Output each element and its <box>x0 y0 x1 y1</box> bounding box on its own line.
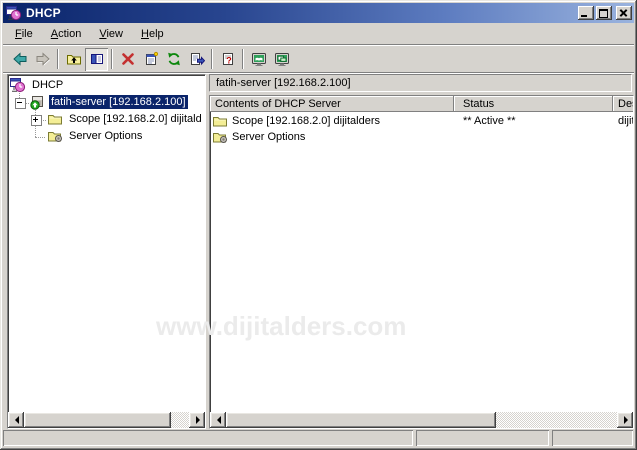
dhcp-app-icon <box>6 5 22 21</box>
tree-item-server-options[interactable]: Server Options <box>47 128 144 144</box>
left-triangle-icon <box>11 416 19 424</box>
scroll-left-button[interactable] <box>210 412 226 428</box>
up-one-level-button[interactable] <box>62 48 85 71</box>
scrollbar-thumb[interactable] <box>24 412 171 428</box>
console-tree-pane: DHCP fatih-server [192.168.2.100] <box>7 74 206 429</box>
menu-file[interactable]: File <box>6 26 42 43</box>
show-hide-console-tree-button[interactable] <box>85 48 108 71</box>
list-horizontal-scrollbar[interactable] <box>210 412 633 428</box>
toolbar: ? <box>3 46 634 73</box>
folder-icon <box>212 113 228 129</box>
monitor-window-icon <box>274 51 290 67</box>
row-name: Server Options <box>232 131 305 143</box>
delete-x-icon <box>120 51 136 67</box>
minimize-button[interactable] <box>578 6 594 20</box>
back-arrow-icon <box>12 51 28 67</box>
status-bar-pane <box>552 430 633 446</box>
menu-help[interactable]: Help <box>132 26 173 43</box>
dhcp-server-icon <box>29 94 45 110</box>
row-name: Scope [192.168.2.0] dijitalders <box>232 115 380 127</box>
row-description: dijit <box>613 113 634 129</box>
help-button[interactable]: ? <box>216 48 239 71</box>
refresh-button[interactable] <box>162 48 185 71</box>
scrollbar-thumb[interactable] <box>226 412 496 428</box>
collapse-expander[interactable] <box>15 98 26 109</box>
column-header-contents[interactable]: Contents of DHCP Server <box>210 96 454 112</box>
console-tree-icon <box>89 51 105 67</box>
svg-text:?: ? <box>226 56 232 66</box>
tree-label-scope: Scope [192.168.2.0] dijitald <box>67 112 204 126</box>
tree-label-server: fatih-server [192.168.2.100] <box>49 95 188 109</box>
properties-icon <box>143 51 159 67</box>
description-bar: fatih-server [192.168.2.100] <box>209 74 632 92</box>
list-row-server-options[interactable]: Server Options <box>210 129 634 145</box>
status-bar-pane <box>416 430 549 446</box>
column-header-description[interactable]: Des <box>613 96 634 112</box>
window-title: DHCP <box>26 6 576 20</box>
tree-horizontal-scrollbar[interactable] <box>8 412 205 428</box>
right-triangle-icon <box>196 416 204 424</box>
close-button[interactable] <box>616 6 632 20</box>
folder-options-icon <box>212 129 228 145</box>
properties-button[interactable] <box>139 48 162 71</box>
title-bar[interactable]: DHCP <box>3 3 634 23</box>
export-list-button[interactable] <box>185 48 208 71</box>
result-list-pane: Contents of DHCP Server Status Des Scope… <box>209 95 634 429</box>
monitor-book-icon <box>251 51 267 67</box>
help-icon: ? <box>220 51 236 67</box>
export-list-icon <box>189 51 205 67</box>
column-header-row: Contents of DHCP Server Status Des <box>210 96 634 112</box>
menu-bar: File Action View Help <box>3 24 634 45</box>
folder-icon <box>47 111 63 127</box>
forward-arrow-icon <box>35 51 51 67</box>
left-triangle-icon <box>213 416 221 424</box>
back-button[interactable] <box>8 48 31 71</box>
console-window-button[interactable] <box>270 48 293 71</box>
dhcp-console-icon <box>10 77 26 93</box>
row-status: ** Active ** <box>454 113 613 129</box>
status-bar-pane <box>3 430 413 446</box>
row-description <box>613 129 634 145</box>
window-frame: DHCP File Action View Help <box>0 0 637 450</box>
column-header-status[interactable]: Status <box>454 96 613 112</box>
toolbar-separator <box>211 49 213 69</box>
right-triangle-icon <box>624 416 632 424</box>
folder-options-icon <box>47 128 63 144</box>
tree-connector <box>35 137 45 139</box>
tree-label-dhcp: DHCP <box>30 78 65 92</box>
tree-item-dhcp-root[interactable]: DHCP <box>10 77 65 93</box>
forward-button[interactable] <box>31 48 54 71</box>
refresh-icon <box>166 51 182 67</box>
list-row-scope[interactable]: Scope [192.168.2.0] dijitalders ** Activ… <box>210 113 634 129</box>
scroll-right-button[interactable] <box>617 412 633 428</box>
row-status <box>454 129 613 145</box>
scroll-right-button[interactable] <box>189 412 205 428</box>
console-statistics-button[interactable] <box>247 48 270 71</box>
menu-view[interactable]: View <box>90 26 132 43</box>
scroll-left-button[interactable] <box>8 412 24 428</box>
tree-item-server[interactable]: fatih-server [192.168.2.100] <box>29 94 188 110</box>
tree-label-server-options: Server Options <box>67 129 144 143</box>
tree-item-scope[interactable]: Scope [192.168.2.0] dijitald <box>47 111 204 127</box>
toolbar-separator <box>57 49 59 69</box>
maximize-button[interactable] <box>596 6 612 20</box>
delete-button[interactable] <box>116 48 139 71</box>
toolbar-separator <box>242 49 244 69</box>
toolbar-separator <box>111 49 113 69</box>
up-folder-icon <box>66 51 82 67</box>
expand-expander[interactable] <box>31 115 42 126</box>
menu-action[interactable]: Action <box>42 26 91 43</box>
